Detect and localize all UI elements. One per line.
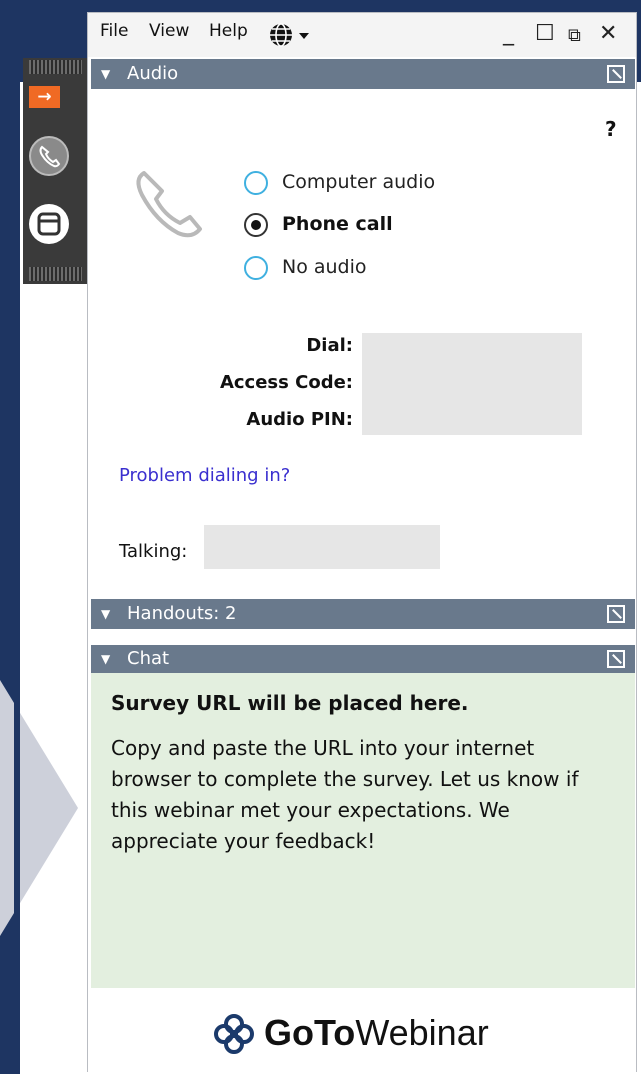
chat-message-area: Survey URL will be placed here. Copy and… — [91, 673, 635, 991]
chat-message: Copy and paste the URL into your interne… — [111, 736, 579, 853]
collapse-triangle-icon: ▼ — [101, 67, 111, 81]
radio-button[interactable] — [244, 256, 268, 280]
talking-label: Talking: — [119, 541, 188, 562]
radio-button-selected[interactable] — [244, 213, 268, 237]
audio-help-button[interactable]: ? — [605, 117, 617, 141]
audio-pin-label: Audio PIN: — [246, 409, 353, 430]
expand-panel-button[interactable]: → — [29, 86, 60, 108]
gotowebinar-logo-icon — [214, 1014, 254, 1054]
language-menu[interactable] — [268, 22, 316, 47]
control-panel: File View Help _ ☐ ⧉ ✕ ▼ Audio ? Compute… — [87, 12, 637, 1072]
brand-bold: GoTo — [264, 1012, 356, 1053]
menu-help[interactable]: Help — [209, 21, 248, 41]
panel-view-button[interactable] — [29, 204, 69, 244]
radio-label-no-audio: No audio — [282, 256, 367, 278]
chat-heading: Survey URL will be placed here. — [111, 691, 469, 715]
radio-button[interactable] — [244, 171, 268, 195]
audio-section-title: Audio — [127, 63, 179, 84]
chevron-down-icon — [299, 33, 309, 39]
slide-left-border — [14, 82, 20, 1074]
globe-icon — [270, 23, 292, 47]
arrow-right-icon: → — [37, 87, 52, 107]
popout-section-icon[interactable] — [607, 65, 625, 83]
handouts-section-title: Handouts: 2 — [127, 603, 237, 624]
dial-info-box — [362, 333, 582, 435]
chat-section-header[interactable]: ▼ Chat — [91, 645, 635, 673]
radio-label-computer-audio: Computer audio — [282, 171, 436, 193]
audio-section-header[interactable]: ▼ Audio — [91, 59, 635, 89]
control-strip: → — [23, 58, 88, 284]
talking-indicator-box — [204, 525, 440, 569]
gotowebinar-brand: GoToWebinar — [264, 1012, 489, 1054]
problem-dialing-link[interactable]: Problem dialing in? — [119, 465, 290, 486]
collapse-triangle-icon: ▼ — [101, 607, 111, 621]
footer-branding: GoToWebinar — [88, 988, 636, 1072]
grab-handle-bottom[interactable] — [29, 267, 82, 281]
grab-handle-top[interactable] — [29, 60, 82, 74]
handouts-section-header[interactable]: ▼ Handouts: 2 — [91, 599, 635, 629]
collapse-triangle-icon: ▼ — [101, 652, 111, 666]
window-icon — [37, 212, 61, 236]
audio-toggle-button[interactable] — [29, 136, 69, 176]
brand-light: Webinar — [355, 1012, 489, 1053]
popout-section-icon[interactable] — [607, 605, 625, 623]
close-button[interactable]: ✕ — [599, 23, 617, 45]
minimize-button[interactable]: _ — [503, 23, 514, 45]
menu-bar: File View Help _ ☐ ⧉ ✕ — [88, 13, 636, 57]
popout-button[interactable]: ⧉ — [568, 25, 581, 47]
menu-view[interactable]: View — [149, 21, 189, 41]
access-code-label: Access Code: — [219, 372, 353, 393]
popout-section-icon[interactable] — [607, 650, 625, 668]
dial-label: Dial: — [306, 335, 353, 356]
phone-handset-icon — [136, 171, 202, 238]
chat-section-title: Chat — [127, 648, 170, 669]
menu-file[interactable]: File — [100, 21, 128, 41]
radio-label-phone-call: Phone call — [282, 213, 393, 235]
maximize-button[interactable]: ☐ — [535, 23, 555, 45]
phone-icon — [39, 145, 61, 168]
